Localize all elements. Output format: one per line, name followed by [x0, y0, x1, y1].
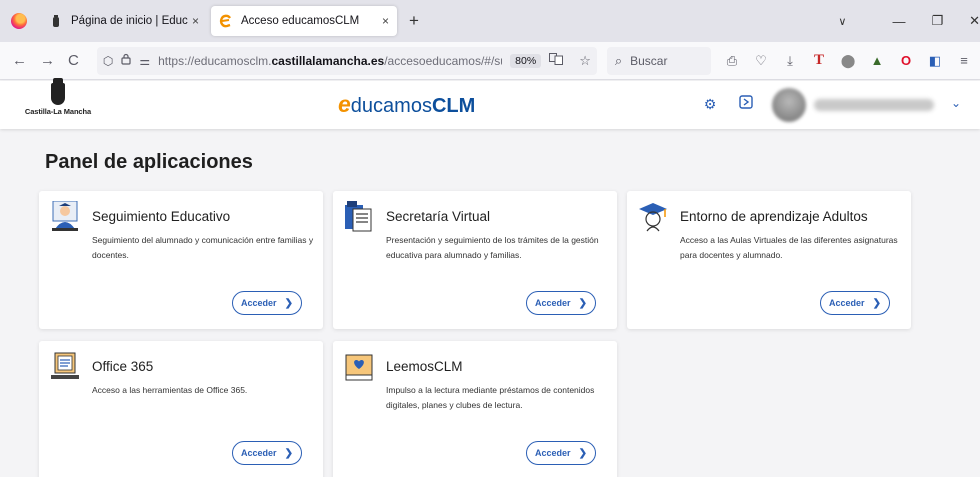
documents-icon	[343, 201, 375, 233]
acceder-button[interactable]: Acceder ❯	[526, 441, 596, 465]
app-card-secretaria-virtual: Secretaría Virtual Presentación y seguim…	[333, 191, 617, 329]
user-avatar[interactable]	[772, 88, 806, 122]
url-bar[interactable]: ⬡ ⚌ https://educamosclm.castillalamancha…	[96, 46, 597, 75]
card-description: Presentación y seguimiento de los trámit…	[386, 235, 599, 260]
card-description: Seguimiento del alumnado y comunicación …	[92, 235, 314, 260]
brand-clm: CLM	[431, 95, 476, 117]
pocket-icon[interactable]: ♡	[753, 53, 769, 69]
save-to-pocket-icon[interactable]: ⎙	[724, 53, 740, 69]
badge-extension-icon[interactable]: ⬤	[840, 53, 856, 69]
chevron-right-icon: ❯	[284, 447, 293, 459]
tab-title: Página de inicio | EducamosCLM	[71, 15, 188, 27]
graduate-icon	[637, 201, 669, 233]
app-card-entorno-aprendizaje-adultos: Entorno de aprendizaje Adultos Acceso a …	[627, 191, 911, 329]
card-description: Acceso a las herramientas de Office 365.	[92, 385, 248, 395]
org-label: Castilla-La Mancha	[24, 107, 92, 116]
chevron-right-icon: ❯	[578, 297, 587, 309]
forward-icon[interactable]: →	[40, 52, 55, 69]
exit-portal-icon[interactable]	[737, 95, 755, 113]
site-header: Castilla-La Mancha educamosCLM ⚙ ⌄	[0, 78, 980, 129]
reader-extension-icon[interactable]: ◧	[927, 53, 943, 69]
card-title: Seguimiento Educativo	[92, 209, 231, 224]
educamos-logo[interactable]: educamosCLM	[338, 91, 475, 118]
card-title: LeemosCLM	[386, 359, 463, 374]
button-label: Acceder	[829, 298, 865, 308]
browser-tab-strip: Página de inicio | EducamosCLM × Acceso …	[0, 0, 980, 42]
acceder-button[interactable]: Acceder ❯	[232, 441, 302, 465]
hat-extension-icon[interactable]: ▲	[869, 53, 885, 68]
opera-extension-icon[interactable]: O	[898, 53, 914, 68]
card-description: Acceso a las Aulas Virtuales de las dife…	[680, 235, 898, 260]
acceder-button[interactable]: Acceder ❯	[820, 291, 890, 315]
downloads-icon[interactable]: ⤓	[782, 53, 798, 69]
zoom-level-badge[interactable]: 80%	[510, 53, 542, 68]
chevron-right-icon: ❯	[578, 447, 587, 459]
close-tab-icon[interactable]: ×	[382, 14, 389, 28]
url-prefix: https://educamosclm.	[158, 53, 272, 68]
browser-nav-bar: ← → C ⬡ ⚌ https://educamosclm.castillala…	[0, 42, 980, 80]
url-path: /accesoeducamos/#/su	[384, 53, 503, 68]
tab-acceso-educamos[interactable]: Acceso educamosCLM ×	[211, 6, 397, 36]
card-title: Office 365	[92, 359, 154, 374]
reload-icon[interactable]: C	[68, 52, 79, 69]
url-text[interactable]: https://educamosclm.castillalamancha.es/…	[158, 54, 502, 68]
app-card-leemosclm: LeemosCLM Impulso a la lectura mediante …	[333, 341, 617, 477]
user-name-blurred[interactable]	[814, 99, 934, 111]
button-label: Acceder	[535, 298, 571, 308]
close-tab-icon[interactable]: ×	[192, 14, 199, 28]
new-tab-button[interactable]: +	[409, 11, 419, 31]
chevron-right-icon: ❯	[872, 297, 881, 309]
acceder-button[interactable]: Acceder ❯	[232, 291, 302, 315]
permissions-icon[interactable]: ⚌	[139, 54, 150, 68]
menu-icon[interactable]: ≡	[956, 53, 972, 68]
button-label: Acceder	[535, 448, 571, 458]
book-heart-icon	[343, 351, 375, 383]
window-controls: ∨ — ❐ ✕	[838, 13, 980, 29]
tab-home[interactable]: Página de inicio | EducamosCLM ×	[41, 6, 207, 36]
app-card-seguimiento-educativo: Seguimiento Educativo Seguimiento del al…	[39, 191, 323, 329]
user-menu-chevron-icon[interactable]: ⌄	[951, 96, 961, 110]
laptop-icon	[49, 351, 81, 383]
card-title: Entorno de aprendizaje Adultos	[680, 209, 868, 224]
card-description: Impulso a la lectura mediante préstamos …	[386, 385, 595, 410]
chevron-right-icon: ❯	[284, 297, 293, 309]
search-icon: ⌕	[614, 52, 623, 68]
minimize-icon[interactable]: —	[892, 14, 905, 29]
castilla-la-mancha-logo[interactable]: Castilla-La Mancha	[23, 78, 93, 116]
restore-icon[interactable]: ❐	[931, 13, 943, 29]
translate-icon[interactable]	[549, 53, 564, 68]
card-title: Secretaría Virtual	[386, 209, 491, 224]
search-input[interactable]: ⌕ Buscar	[606, 46, 711, 75]
shield-icon[interactable]: ⬡	[103, 54, 113, 68]
educamos-favicon-icon	[219, 14, 233, 28]
lock-icon[interactable]	[121, 53, 131, 68]
crest-icon	[51, 78, 65, 105]
teacher-icon	[49, 200, 81, 233]
extension-toolbar: ⎙ ♡ ⤓ T ⬤ ▲ O ◧ ≡	[711, 52, 972, 69]
tab-title: Acceso educamosCLM	[241, 15, 360, 27]
bookmark-star-icon[interactable]: ☆	[579, 53, 591, 69]
url-domain: castillalamancha.es	[271, 53, 385, 68]
castilla-la-mancha-favicon-icon	[49, 14, 63, 28]
button-label: Acceder	[241, 298, 277, 308]
search-placeholder: Buscar	[630, 53, 668, 68]
page-title: Panel de aplicaciones	[45, 151, 253, 173]
button-label: Acceder	[241, 448, 277, 458]
text-extension-icon[interactable]: T	[811, 52, 827, 69]
list-tabs-icon[interactable]: ∨	[838, 15, 846, 28]
firefox-icon	[11, 13, 27, 29]
window-close-icon[interactable]: ✕	[969, 13, 980, 29]
back-icon[interactable]: ←	[12, 52, 27, 69]
brand-word: ducamos	[350, 95, 432, 117]
acceder-button[interactable]: Acceder ❯	[526, 291, 596, 315]
app-card-office-365: Office 365 Acceso a las herramientas de …	[39, 341, 323, 477]
brand-e: e	[338, 91, 351, 117]
settings-gear-icon[interactable]: ⚙	[701, 95, 719, 113]
